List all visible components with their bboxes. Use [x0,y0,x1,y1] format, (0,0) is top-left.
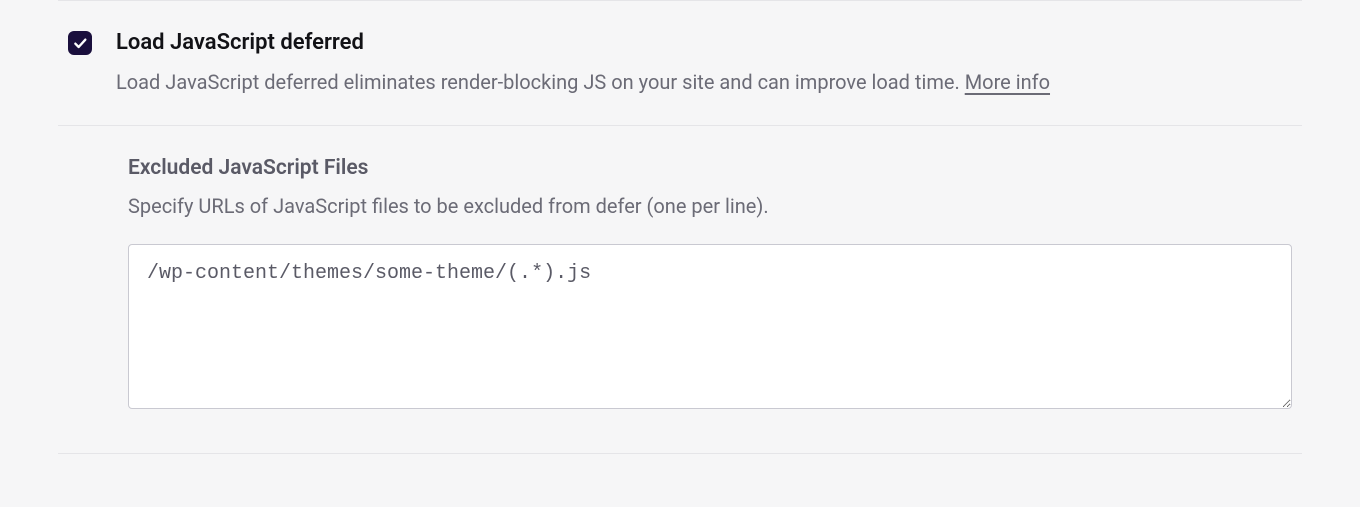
option-title: Load JavaScript deferred [116,29,1292,58]
checkmark-icon [72,35,88,51]
option-content: Load JavaScript deferred Load JavaScript… [116,29,1292,97]
excluded-title: Excluded JavaScript Files [128,156,1292,180]
excluded-section: Excluded JavaScript Files Specify URLs o… [58,126,1302,453]
defer-js-checkbox[interactable] [68,31,92,55]
option-description-text: Load JavaScript deferred eliminates rend… [116,70,965,94]
checkbox-wrapper [68,29,92,55]
option-description: Load JavaScript deferred eliminates rend… [116,68,1292,97]
excluded-files-textarea[interactable] [128,244,1292,409]
divider-bottom [58,453,1302,454]
defer-js-option-row: Load JavaScript deferred Load JavaScript… [58,1,1302,125]
more-info-link[interactable]: More info [965,70,1050,94]
excluded-description: Specify URLs of JavaScript files to be e… [128,192,1292,220]
